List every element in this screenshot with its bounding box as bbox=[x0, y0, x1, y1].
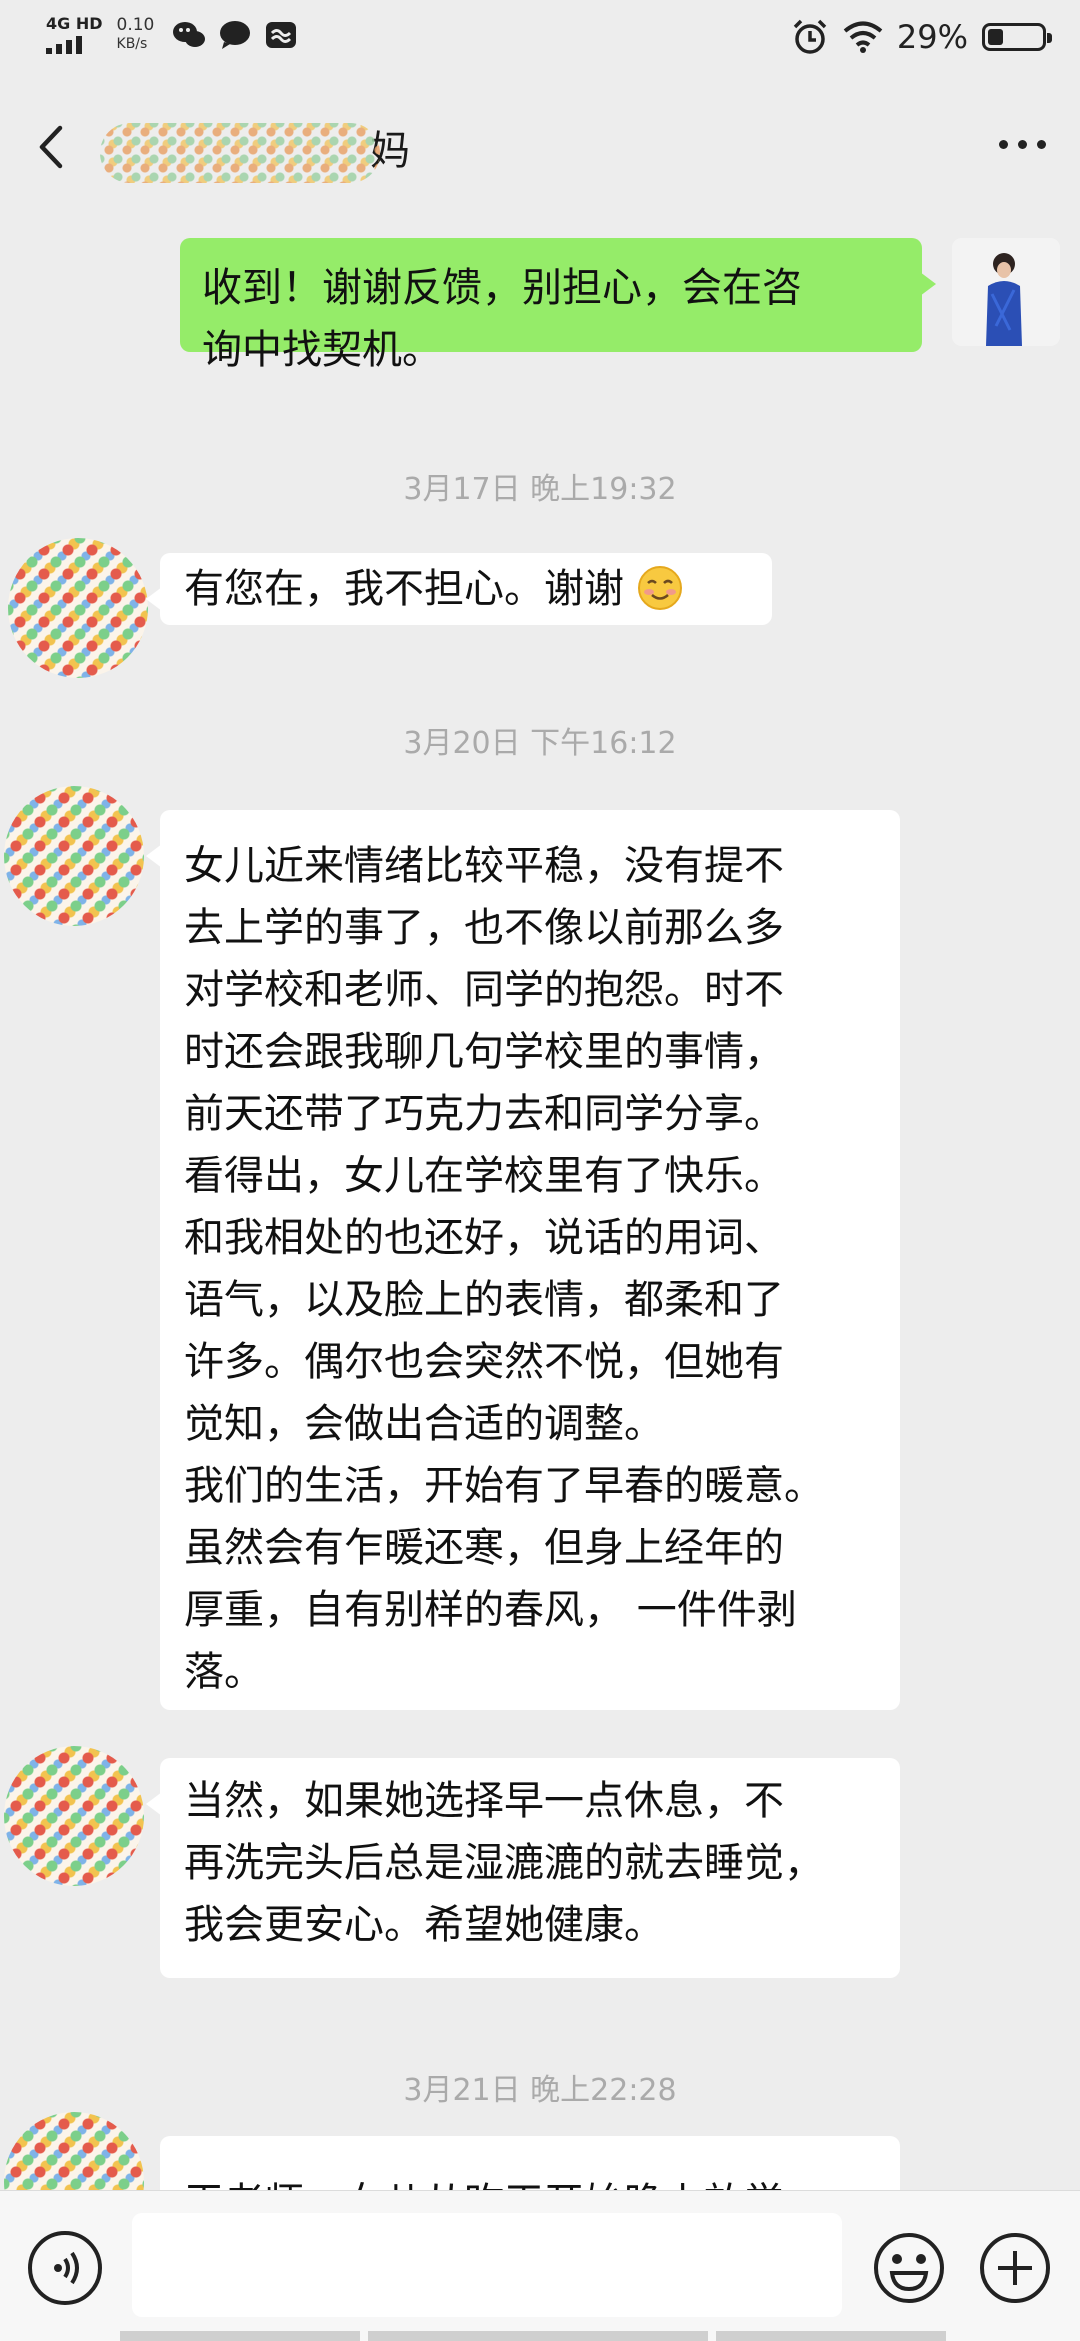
chat-header: 妈 bbox=[0, 82, 1080, 212]
message-bubble-incoming[interactable]: 女儿近来情绪比较平稳，没有提不 去上学的事了，也不像以前那么多 对学校和老师、同… bbox=[146, 810, 900, 1710]
app-notification-icon bbox=[266, 22, 297, 48]
message-bubble-incoming[interactable]: 王老师，女儿从昨天开始晚上放学 bbox=[160, 2136, 900, 2192]
message-text: 女儿近来情绪比较平稳，没有提不 去上学的事了，也不像以前那么多 对学校和老师、同… bbox=[184, 843, 824, 1695]
timestamp: 3月21日 晚上22:28 bbox=[403, 2073, 677, 2108]
self-avatar[interactable] bbox=[952, 238, 1060, 346]
message-notification-icon bbox=[220, 21, 251, 49]
status-bar: 4G HD 0.10 KB/s 29% bbox=[0, 0, 1080, 82]
emoji-button-icon[interactable] bbox=[872, 2231, 946, 2305]
more-functions-plus-icon[interactable] bbox=[978, 2231, 1052, 2305]
chat-title: 妈 bbox=[100, 118, 412, 183]
alarm-icon bbox=[793, 19, 827, 54]
contact-avatar[interactable] bbox=[4, 786, 144, 926]
message-text: 收到！谢谢反馈，别担心，会在咨 询中找契机。 bbox=[202, 265, 802, 373]
battery-icon bbox=[982, 23, 1052, 51]
timestamp: 3月17日 晚上19:32 bbox=[403, 472, 677, 507]
back-arrow-icon[interactable] bbox=[28, 122, 78, 172]
smiling-face-emoji-icon bbox=[637, 566, 682, 610]
speed-value: 0.10 bbox=[116, 15, 155, 35]
voice-wave-icon bbox=[54, 2251, 79, 2285]
network-speed: 0.10 KB/s bbox=[117, 16, 155, 54]
wechat-notification-icon bbox=[173, 22, 206, 47]
chat-message-list[interactable]: 收到！谢谢反馈，别担心，会在咨 询中找契机。 3月17日 晚上19:32 有您在… bbox=[0, 212, 1080, 2192]
contact-avatar[interactable] bbox=[4, 2112, 144, 2192]
more-options-icon[interactable] bbox=[999, 140, 1046, 149]
message-bubble-incoming[interactable]: 当然，如果她选择早一点休息，不 再洗完头后总是湿漉漉的就去睡觉， 我会更安心。希… bbox=[146, 1758, 900, 1978]
timestamp: 3月20日 下午16:12 bbox=[403, 726, 677, 761]
blurred-name-mask bbox=[100, 123, 380, 183]
cellular-signal-icon: 4G HD bbox=[46, 16, 103, 54]
message-bubble-incoming[interactable]: 有您在，我不担心。谢谢 bbox=[146, 553, 772, 625]
battery-percentage: 29% bbox=[896, 18, 968, 56]
message-text: 当然，如果她选择早一点休息，不 再洗完头后总是湿漉漉的就去睡觉， 我会更安心。希… bbox=[184, 1778, 824, 1948]
message-text: 有您在，我不担心。谢谢 bbox=[184, 566, 624, 612]
message-bubble-outgoing[interactable]: 收到！谢谢反馈，别担心，会在咨 询中找契机。 bbox=[180, 238, 936, 373]
speed-unit: KB/s bbox=[116, 36, 148, 52]
contact-avatar[interactable] bbox=[8, 538, 148, 678]
message-text: 王老师，女儿从昨天开始晚上放学 bbox=[184, 2172, 876, 2192]
wifi-icon bbox=[843, 21, 883, 53]
message-input-bar bbox=[0, 2190, 1080, 2341]
contact-avatar[interactable] bbox=[4, 1746, 144, 1886]
message-input[interactable] bbox=[132, 2213, 842, 2317]
network-type: 4G HD bbox=[46, 14, 103, 33]
voice-input-button[interactable] bbox=[28, 2231, 102, 2305]
